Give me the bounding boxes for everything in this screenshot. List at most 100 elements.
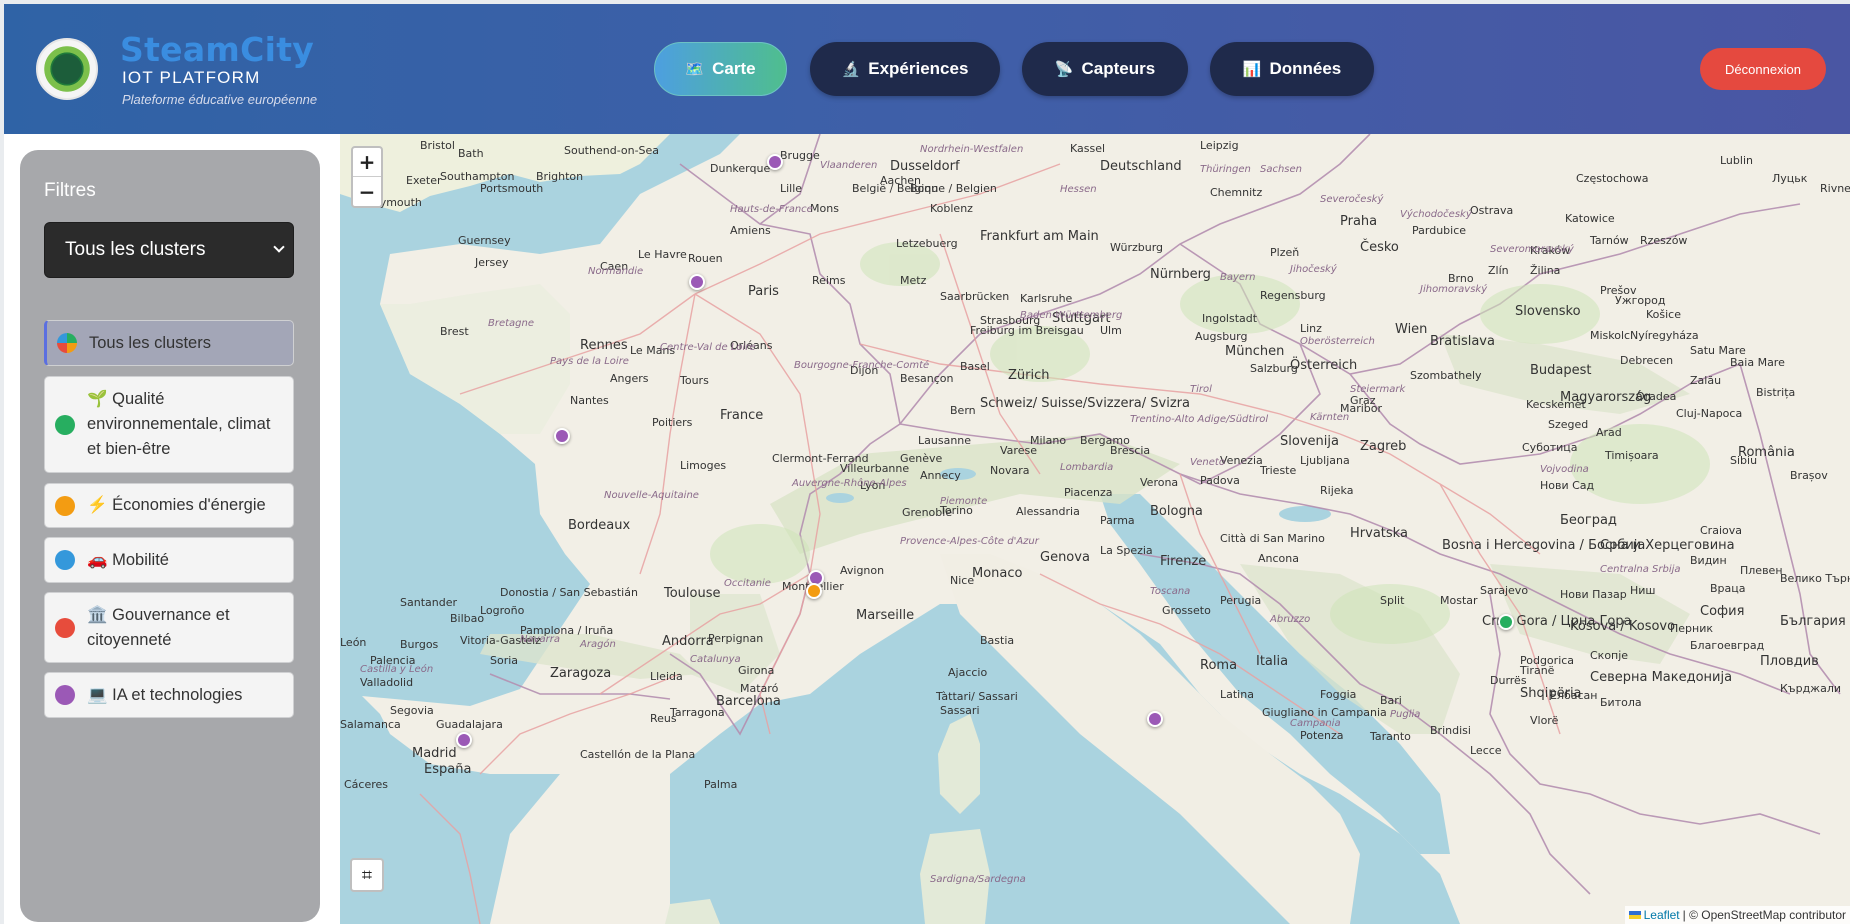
map-place-label: La Spezia (1100, 544, 1153, 557)
attribution-text: | © OpenStreetMap contributor (1682, 908, 1846, 922)
map-place-label: Tarragona (670, 706, 725, 719)
chevron-down-icon (273, 241, 285, 253)
top-header: SteamCity IOT PLATFORM Plateforme éducat… (4, 4, 1850, 134)
map-place-label: Salzburg (1250, 362, 1298, 375)
map-place-label: Nice (950, 574, 975, 587)
map-marker[interactable] (767, 154, 783, 170)
map-region-label: Baden-Württemberg (1020, 310, 1123, 321)
map-place-label: Mons (810, 202, 839, 215)
map-region-label: Toscana (1150, 586, 1191, 597)
map-place-label: Logroño (480, 604, 525, 617)
cluster-item-qualite[interactable]: 🌱 Qualité environnementale, climat et bi… (44, 376, 294, 473)
map-place-label: Częstochowa (1576, 172, 1649, 185)
map-place-label: Bilbao (450, 612, 485, 625)
zoom-in-button[interactable]: + (353, 148, 381, 177)
map-place-label: Tarnów (1590, 234, 1629, 247)
cluster-item-ia[interactable]: 💻 IA et technologies (44, 672, 294, 718)
nav-tab-capteurs[interactable]: 📡 Capteurs (1022, 42, 1188, 96)
map-place-label: Exeter (406, 174, 442, 187)
map-place-label: Lille (780, 182, 803, 195)
map-place-label: Mataró (740, 682, 779, 695)
map-place-label: Нови Сад (1540, 479, 1595, 492)
map-region-label: Centralna Srbija (1600, 564, 1681, 575)
map-place-label: Tours (680, 374, 709, 387)
map-marker[interactable] (554, 428, 570, 444)
cluster-select-value: Tous les clusters (65, 239, 206, 260)
nav-tab-carte[interactable]: 🗺️ Carte (654, 42, 787, 96)
map-region-label: Bretagne (488, 318, 535, 329)
map-region-label: Thüringen (1200, 164, 1251, 175)
map-place-label: Andorra (662, 634, 714, 649)
map-place-label: Angers (610, 372, 649, 385)
map-place-label: Ulm (1100, 324, 1122, 337)
cluster-item-gouvernance[interactable]: 🏛️ Gouvernance et citoyenneté (44, 592, 294, 663)
map-place-label: Donostia / San Sebastián (500, 586, 638, 599)
map-place-label: Koblenz (930, 202, 973, 215)
leaflet-map[interactable]: Dusseldorf Deutschland Leipzig Kassel Chemni… (340, 134, 1850, 924)
grid-toggle-button[interactable]: ⌗ (350, 858, 384, 892)
nav-tab-donnees[interactable]: 📊 Données (1210, 42, 1374, 96)
map-place-label: България (1780, 614, 1846, 629)
zoom-out-button[interactable]: − (353, 177, 381, 206)
map-marker[interactable] (1498, 614, 1514, 630)
map-place-label: Baia Mare (1730, 356, 1785, 369)
map-place-label: Cáceres (344, 778, 389, 791)
map-region-label: Jihomoravský (1420, 284, 1488, 295)
cluster-item-mobilite[interactable]: 🚗 Mobilité (44, 537, 294, 583)
logout-button[interactable]: Déconnexion (1700, 48, 1826, 90)
map-place-label: Суботица (1522, 441, 1578, 454)
bar-chart-icon: 📊 (1242, 61, 1262, 78)
map-place-label: Poitiers (652, 416, 693, 429)
map-place-label: Varese (1000, 444, 1037, 457)
map-region-label: Pays de la Loire (550, 356, 629, 367)
map-place-label: Plzeň (1270, 246, 1300, 259)
brand-subtitle: IOT PLATFORM (122, 68, 261, 87)
map-place-label: Arad (1596, 426, 1622, 439)
map-place-label: Пловдив (1760, 654, 1819, 669)
map-place-label: Перник (1670, 622, 1714, 635)
map-place-label: Praha (1340, 214, 1378, 229)
map-place-label: София (1700, 604, 1745, 619)
map-marker[interactable] (1147, 711, 1163, 727)
map-place-label: Monaco (972, 566, 1023, 581)
map-place-label: Rouen (688, 252, 723, 265)
map-place-label: Nantes (570, 394, 609, 407)
map-attribution: Leaflet | © OpenStreetMap contributor (1624, 906, 1850, 924)
map-place-label: Sarajevo (1480, 584, 1529, 597)
map-place-label: Rivne (1820, 182, 1850, 195)
cluster-item-all[interactable]: Tous les clusters (44, 320, 294, 366)
map-place-label: Southend-on-Sea (564, 144, 660, 157)
map-place-label: Roma (1200, 658, 1238, 673)
map-place-label: Venezia (1220, 454, 1263, 467)
filters-title: Filtres (44, 180, 96, 201)
cluster-select[interactable]: Tous les clusters (44, 222, 294, 278)
map-region-label: Centre-Val de Loire (660, 342, 756, 353)
map-region-label: Normandie (588, 266, 644, 277)
map-region-label: Hessen (1060, 184, 1097, 195)
map-region-label: Vlaanderen (820, 160, 878, 171)
leaflet-link[interactable]: Leaflet (1644, 908, 1680, 922)
cluster-label: 🏛️ Gouvernance et citoyenneté (87, 605, 230, 649)
map-place-label: Schweiz/ Suisse/Svizzera/ Svizra (980, 396, 1190, 411)
map-marker[interactable] (806, 583, 822, 599)
cluster-item-energie[interactable]: ⚡ Économies d'énergie (44, 483, 294, 528)
map-place-label: Saarbrücken (940, 290, 1010, 303)
map-marker[interactable] (456, 732, 472, 748)
map-place-label: Jersey (475, 256, 509, 269)
map-place-label: Guernsey (458, 234, 511, 247)
nav-tab-label: Données (1269, 59, 1342, 78)
map-place-label: Rzeszów (1640, 234, 1688, 247)
map-place-label: Durrës (1490, 674, 1527, 687)
brand-tagline: Plateforme éducative européenne (122, 92, 318, 107)
map-tiles (340, 134, 1850, 924)
map-place-label: Bosna i Hercegovina / Босна и Херцеговин… (1442, 538, 1735, 553)
map-marker[interactable] (689, 274, 705, 290)
nav-tab-experiences[interactable]: 🔬 Expériences (810, 42, 1000, 96)
map-place-label: Lleida (650, 670, 683, 683)
map-place-label: Katowice (1565, 212, 1615, 225)
map-place-label: Piacenza (1064, 486, 1113, 499)
map-place-label: Ostrava (1470, 204, 1514, 217)
map-place-label: Valladolid (360, 676, 414, 689)
map-region-label: Jihočeský (1290, 264, 1337, 275)
map-place-label: Grosseto (1162, 604, 1211, 617)
